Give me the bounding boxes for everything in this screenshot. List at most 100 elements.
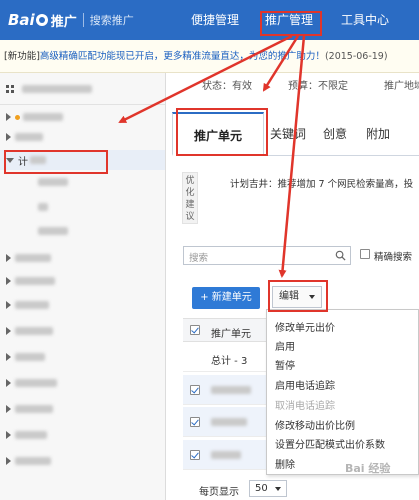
chevron-down-icon — [275, 487, 281, 491]
expand-caret-icon[interactable] — [6, 277, 11, 285]
sidebar-item[interactable] — [0, 373, 165, 393]
notice-tag: [新功能] — [4, 51, 40, 62]
sidebar-subitem[interactable] — [0, 197, 165, 217]
sidebar-item[interactable] — [0, 107, 165, 127]
menu-item-enable-call-tracking[interactable]: 启用电话追踪 — [275, 377, 335, 392]
select-all-checkbox[interactable] — [190, 325, 200, 335]
menu-item-enable[interactable]: 启用 — [275, 338, 295, 353]
page-size-value: 50 — [255, 483, 268, 494]
logo-divider — [82, 13, 84, 27]
unit-name-blurred — [38, 178, 68, 186]
total-label: 总计 - 3 — [211, 356, 248, 367]
sidebar-item[interactable] — [0, 451, 165, 471]
unit-name-blurred — [211, 451, 241, 459]
sidebar-item[interactable] — [0, 295, 165, 315]
logo-product-text: 推广 — [50, 14, 77, 30]
column-header-ad-unit[interactable]: 推广单元 — [211, 325, 251, 340]
sidebar-item[interactable] — [0, 425, 165, 445]
edit-dropdown-menu: 修改单元出价 启用 暂停 启用电话追踪 取消电话追踪 修改移动出价比例 设置分匹… — [266, 309, 419, 475]
top-bar: Bai 推广 搜索推广 便捷管理 推广管理 工具中心 — [0, 0, 419, 40]
notice-link[interactable]: 高级精确匹配功能现已开启，更多精准流量直达，为您的推广助力！ — [40, 51, 325, 62]
nav-item-tool-center[interactable]: 工具中心 — [330, 0, 400, 40]
menu-item-set-match-bid-factor[interactable]: 设置分匹配模式出价系数 — [275, 436, 385, 451]
notice-date: (2015-06-19) — [324, 51, 388, 62]
menu-item-delete[interactable]: 删除 — [275, 456, 295, 471]
unit-name-blurred — [211, 418, 247, 426]
plan-name-blurred — [15, 457, 51, 465]
pagination: 每页显示 50 — [183, 477, 419, 500]
expand-caret-icon[interactable] — [6, 327, 11, 335]
account-name-blurred — [22, 84, 92, 93]
budget-text: 预算：不限定 — [288, 81, 348, 92]
grid-icon[interactable] — [6, 84, 14, 93]
account-tree-sidebar: 计 — [0, 73, 166, 500]
annotation-box-unit-tab — [176, 108, 268, 156]
expand-caret-icon[interactable] — [6, 353, 11, 361]
unit-name-blurred — [211, 386, 251, 394]
plan-name-blurred — [15, 327, 53, 335]
exact-search-label: 精确搜索 — [374, 252, 413, 263]
status-text: 状态：有效 — [202, 81, 252, 92]
expand-caret-icon[interactable] — [6, 379, 11, 387]
expand-caret-icon[interactable] — [6, 113, 11, 121]
expand-caret-icon[interactable] — [6, 431, 11, 439]
sidebar-item[interactable] — [0, 271, 165, 291]
annotation-box-plan — [4, 150, 108, 174]
optimization-side-label: 优化建议 — [182, 172, 198, 224]
tab-keywords[interactable]: 关键词 — [264, 112, 312, 156]
product-subtitle: 搜索推广 — [89, 14, 134, 27]
plan-name-blurred — [15, 277, 55, 285]
tab-creatives[interactable]: 创意 — [312, 112, 358, 156]
sidebar-item[interactable] — [0, 399, 165, 419]
menu-item-modify-mobile-bid-ratio[interactable]: 修改移动出价比例 — [275, 417, 355, 432]
new-unit-button[interactable]: + 新建单元 — [192, 287, 260, 309]
sidebar-subitem[interactable] — [0, 221, 165, 241]
plan-name-blurred — [15, 254, 51, 262]
sidebar-header — [0, 73, 165, 105]
plan-name-blurred — [15, 353, 45, 361]
search-input[interactable]: 搜索 — [183, 246, 351, 265]
notice-bar: [新功能]高级精确匹配功能现已开启，更多精准流量直达，为您的推广助力！(2015… — [0, 40, 419, 73]
annotation-box-edit — [268, 280, 328, 312]
search-placeholder: 搜索 — [189, 253, 209, 264]
watermark-logo: Bai 经验 — [345, 462, 391, 475]
annotation-box-promotion-manage — [260, 11, 322, 36]
optimization-text[interactable]: 计划吉井：推荐增加 7 个网民检索量高，投 — [230, 176, 413, 190]
sidebar-item[interactable] — [0, 127, 165, 147]
sidebar-item[interactable] — [0, 347, 165, 367]
search-icon[interactable] — [335, 250, 346, 261]
menu-item-cancel-call-tracking: 取消电话追踪 — [275, 401, 335, 412]
expand-caret-icon[interactable] — [6, 133, 11, 141]
plan-status-bar: 状态：有效 预算：不限定 推广地域：北京 — [166, 73, 419, 101]
baidu-logo[interactable]: Bai 推广 搜索推广 — [8, 10, 134, 30]
plan-name-blurred — [15, 379, 57, 387]
plan-name-blurred — [15, 405, 53, 413]
row-checkbox[interactable] — [190, 450, 200, 460]
row-checkbox[interactable] — [190, 385, 200, 395]
tab-extensions[interactable]: 附加 — [358, 112, 398, 156]
plan-name-blurred — [23, 113, 63, 121]
plan-name-blurred — [15, 431, 47, 439]
sidebar-item[interactable] — [0, 248, 165, 268]
unit-name-blurred — [38, 203, 48, 211]
nav-item-quick-manage[interactable]: 便捷管理 — [180, 0, 250, 40]
status-dot-icon — [15, 114, 20, 120]
expand-caret-icon[interactable] — [6, 254, 11, 262]
sidebar-item[interactable] — [0, 321, 165, 341]
row-checkbox[interactable] — [190, 417, 200, 427]
menu-item-pause[interactable]: 暂停 — [275, 357, 295, 372]
page-size-select[interactable]: 50 — [249, 480, 287, 497]
unit-name-blurred — [38, 227, 68, 235]
exact-search-checkbox[interactable] — [360, 249, 370, 259]
plan-name-blurred — [15, 301, 49, 309]
sidebar-subitem[interactable] — [0, 172, 165, 192]
region-text: 推广地域：北京 — [384, 81, 419, 92]
baidu-paw-icon — [35, 14, 48, 26]
logo-text: Bai — [8, 11, 35, 29]
expand-caret-icon[interactable] — [6, 405, 11, 413]
expand-caret-icon[interactable] — [6, 301, 11, 309]
expand-caret-icon[interactable] — [6, 457, 11, 465]
menu-item-modify-unit-bid[interactable]: 修改单元出价 — [275, 319, 335, 334]
plan-name-blurred — [15, 133, 43, 141]
page-size-label: 每页显示 — [199, 487, 239, 498]
